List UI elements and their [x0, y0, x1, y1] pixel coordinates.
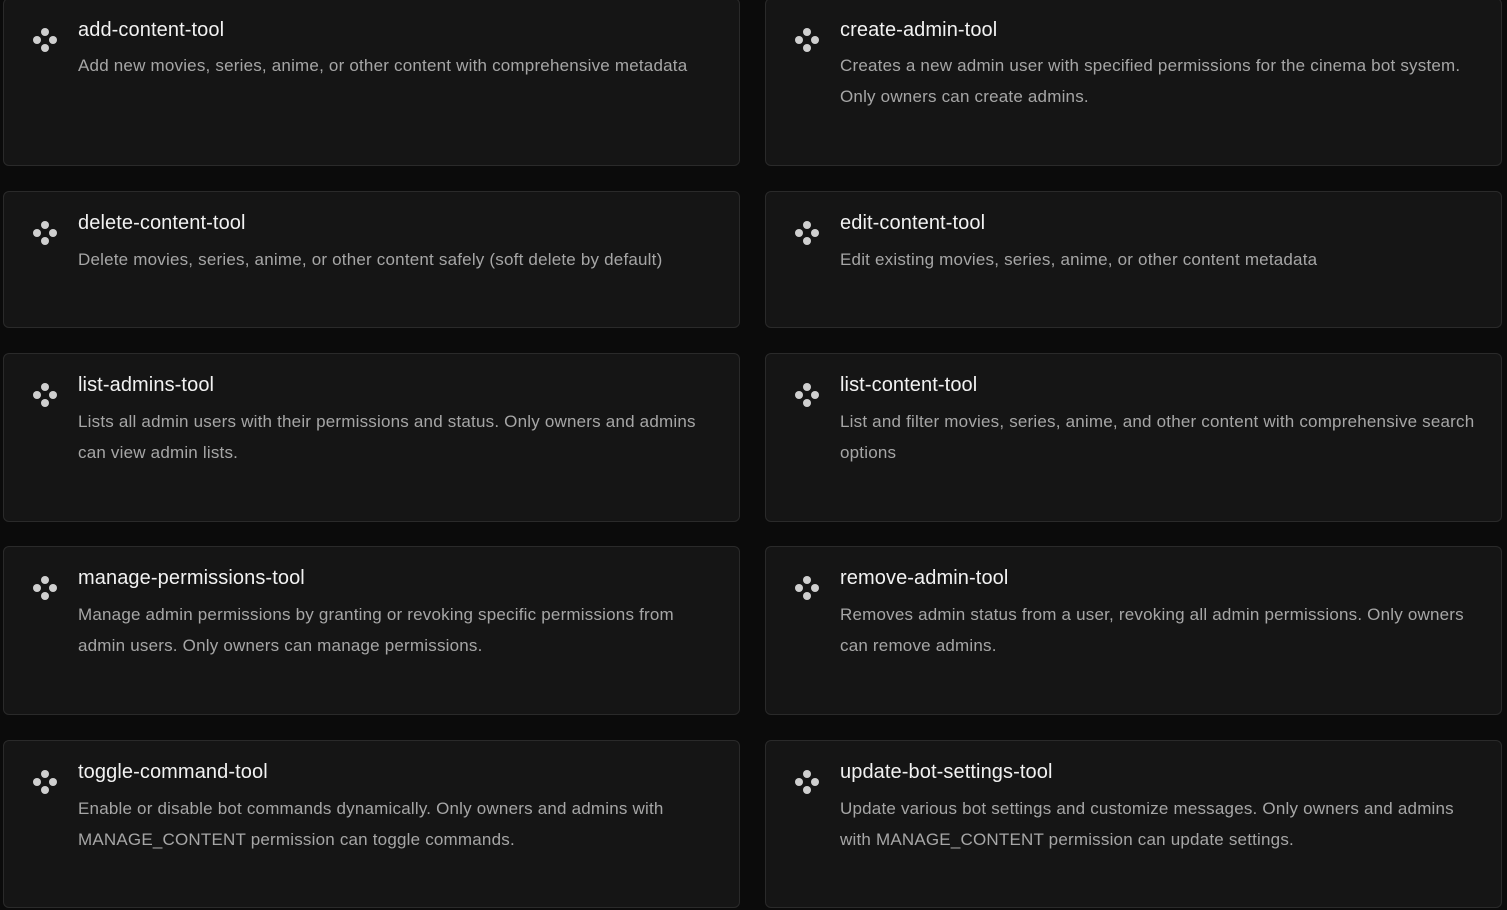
tool-icon [794, 27, 820, 53]
tool-icon [32, 575, 58, 601]
tool-card-add-content[interactable]: add-content-tool Add new movies, series,… [3, 0, 740, 166]
tool-title: remove-admin-tool [840, 567, 1009, 589]
tool-icon [32, 27, 58, 53]
tool-icon [32, 220, 58, 246]
tool-card-manage-permissions[interactable]: manage-permissions-tool Manage admin per… [3, 546, 740, 715]
tool-title: list-admins-tool [78, 374, 215, 396]
tool-description: Enable or disable bot commands dynamical… [78, 799, 664, 849]
tool-card-delete-content[interactable]: delete-content-tool Delete movies, serie… [3, 191, 740, 328]
tool-description: Removes admin status from a user, revoki… [840, 605, 1464, 655]
tool-icon [794, 220, 820, 246]
tool-description: Edit existing movies, series, anime, or … [840, 250, 1318, 269]
tool-description: Lists all admin users with their permiss… [78, 412, 696, 462]
tool-title: create-admin-tool [840, 19, 998, 41]
tool-description: Add new movies, series, anime, or other … [78, 56, 688, 75]
tool-card-list-content[interactable]: list-content-tool List and filter movies… [765, 353, 1502, 522]
tool-description: Creates a new admin user with specified … [840, 56, 1461, 106]
tool-description: Manage admin permissions by granting or … [78, 605, 674, 655]
tool-icon [32, 382, 58, 408]
tool-title: update-bot-settings-tool [840, 761, 1053, 783]
tool-icon [794, 769, 820, 795]
tool-card-edit-content[interactable]: edit-content-tool Edit existing movies, … [765, 191, 1502, 328]
tool-description: Delete movies, series, anime, or other c… [78, 250, 663, 269]
tool-card-remove-admin[interactable]: remove-admin-tool Removes admin status f… [765, 546, 1502, 715]
tool-card-update-bot-settings[interactable]: update-bot-settings-tool Update various … [765, 740, 1502, 908]
tool-icon [794, 382, 820, 408]
tool-card-toggle-command[interactable]: toggle-command-tool Enable or disable bo… [3, 740, 740, 908]
tool-description: Update various bot settings and customiz… [840, 799, 1454, 849]
tool-icon [32, 769, 58, 795]
tool-description: List and filter movies, series, anime, a… [840, 412, 1475, 462]
tool-card-create-admin[interactable]: create-admin-tool Creates a new admin us… [765, 0, 1502, 166]
tool-card-list-admins[interactable]: list-admins-tool Lists all admin users w… [3, 353, 740, 522]
tool-title: delete-content-tool [78, 212, 246, 234]
tool-title: edit-content-tool [840, 212, 986, 234]
tool-title: list-content-tool [840, 374, 978, 396]
tool-title: manage-permissions-tool [78, 567, 305, 589]
tool-title: toggle-command-tool [78, 761, 268, 783]
tool-icon [794, 575, 820, 601]
tools-grid: add-content-tool Add new movies, series,… [0, 0, 1507, 910]
tool-title: add-content-tool [78, 19, 225, 41]
